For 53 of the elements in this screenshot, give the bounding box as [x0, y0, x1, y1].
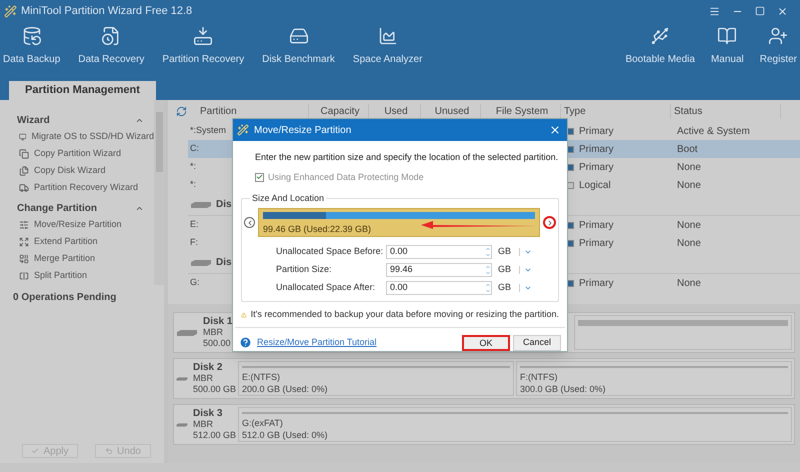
unit-label: GB — [498, 245, 512, 258]
disk-size: 500.00 — [203, 338, 232, 349]
table-cell-text: G: — [189, 276, 200, 290]
partition-label: G:(exFAT) — [242, 417, 284, 429]
table-cell-text: Primary — [579, 218, 614, 232]
unit-label: GB — [498, 263, 512, 276]
section-title: Change Partition — [17, 202, 98, 216]
partition-label: E:(NTFS) — [242, 371, 281, 383]
disk-size: 512.00 GB — [192, 430, 236, 441]
table-cell-text: None — [677, 178, 701, 192]
table-cell-text: *: — [189, 160, 196, 174]
table-cell-text: *: — [189, 178, 196, 192]
unit-label: GB — [498, 281, 512, 294]
disk-scheme: MBR — [203, 327, 224, 338]
table-cell-text: C: — [189, 142, 199, 156]
disk-size: 500.00 GB — [192, 384, 236, 395]
instruction-text: Enter the new partition size and specify the location of the selected partition. — [255, 151, 558, 164]
disk-name: Disk 2 — [192, 362, 224, 373]
partition-detail: 512.0 GB (Used: 0%) — [242, 429, 329, 441]
table-cell-text: None — [677, 236, 701, 250]
table-cell-text: None — [677, 276, 701, 290]
warning-text: It's recommended to backup your data before moving or resizing the partition. — [250, 308, 559, 321]
disk-scheme: MBR — [192, 419, 214, 430]
operations-pending: 0 Operations Pending — [13, 291, 118, 305]
partition-label: F:(NTFS) — [520, 371, 558, 383]
window-title: MiniTool Partition Wizard Free 12.8 — [21, 4, 192, 19]
table-cell-text: E: — [189, 218, 199, 232]
partition-size-label: 99.46 GB (Used:22.39 GB) — [263, 222, 372, 236]
field-label: Unallocated Space Before: — [276, 245, 384, 258]
table-cell-text: None — [677, 160, 701, 174]
table-cell-text: Primary — [579, 142, 614, 156]
disk-label: Dis — [216, 256, 232, 270]
table-cell-text: Active & System — [677, 124, 750, 138]
table-cell-text: Logical — [579, 178, 611, 192]
table-cell-text: Primary — [579, 160, 614, 174]
partition-detail: 200.0 GB (Used: 0%) — [242, 383, 329, 395]
partition-detail: 300.0 GB (Used: 0%) — [520, 383, 607, 395]
section-title: Wizard — [17, 114, 50, 128]
disk-name: Disk 1 — [203, 316, 232, 327]
table-cell-text: F: — [189, 236, 198, 250]
field-label: Unallocated Space After: — [276, 281, 376, 294]
table-cell-text: *:System — [189, 124, 226, 138]
table-cell-text: None — [677, 218, 701, 232]
table-cell-text: Primary — [579, 276, 614, 290]
checkbox-label: Using Enhanced Data Protecting Mode — [268, 170, 424, 184]
table-cell-text: Boot — [677, 142, 698, 156]
field-label: Partition Size: — [276, 263, 333, 276]
dialog-title: Move/Resize Partition — [254, 124, 352, 138]
disk-label: Dis — [216, 198, 232, 212]
table-cell-text: Primary — [579, 236, 614, 250]
disk-scheme: MBR — [192, 373, 214, 384]
table-cell-text: Primary — [579, 124, 614, 138]
disk-name: Disk 3 — [192, 408, 224, 419]
